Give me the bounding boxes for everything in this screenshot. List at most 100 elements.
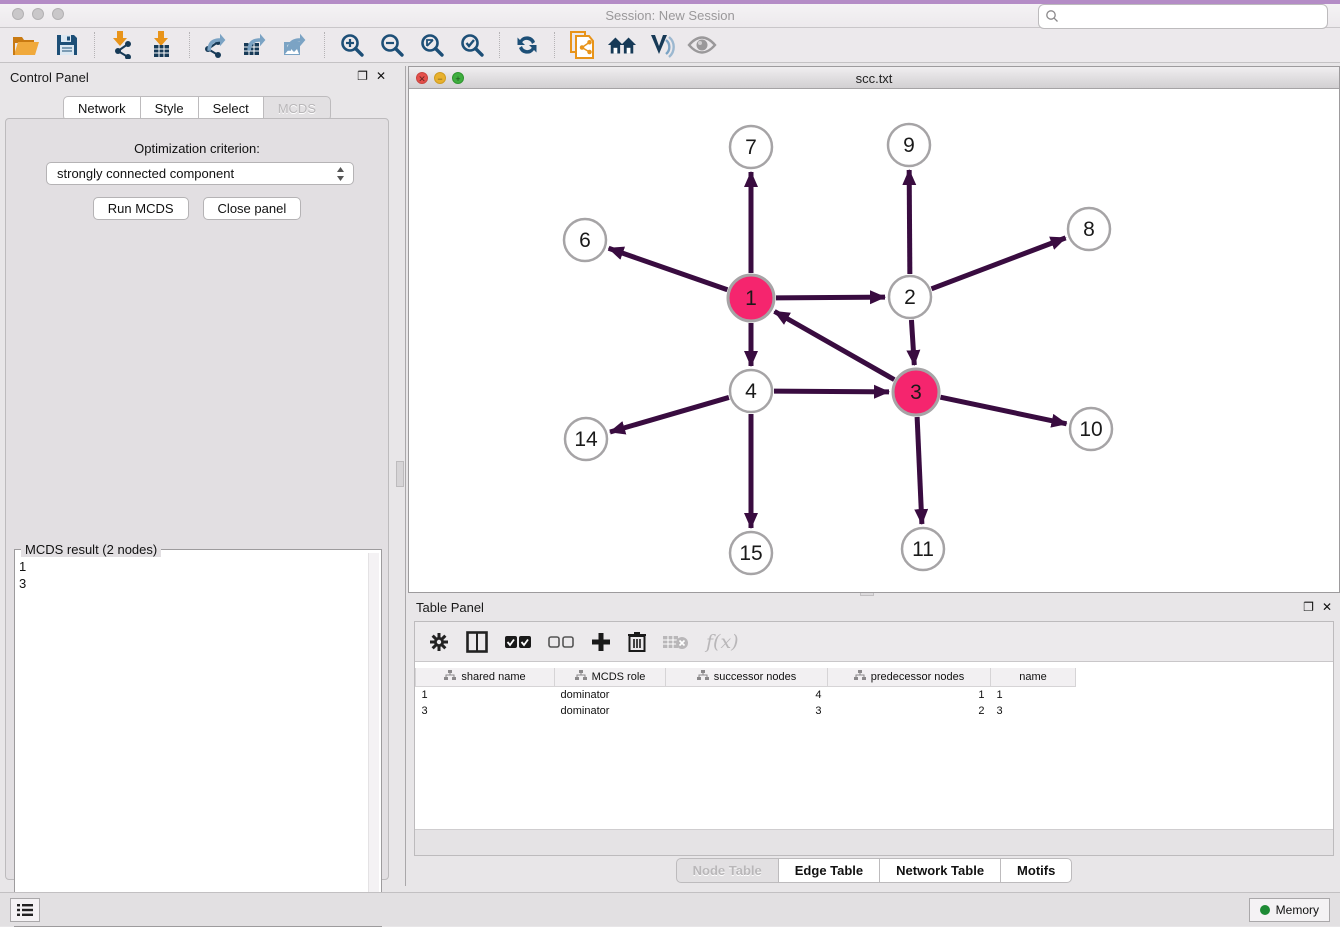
table-cell: dominator [555,687,666,703]
table-tabs: Node TableEdge TableNetwork TableMotifs [408,858,1340,883]
graph-node-9[interactable]: 9 [888,124,930,166]
status-bar: Memory [0,892,1340,926]
mcds-result-title: MCDS result (2 nodes) [21,542,161,557]
optimization-criterion-label: Optimization criterion: [6,141,388,156]
table-panel-float-icon[interactable]: ❐ [1303,600,1314,614]
search-input[interactable] [1038,4,1328,29]
task-history-button[interactable] [10,898,40,922]
import-table-icon[interactable] [147,31,177,59]
table-tab-network-table[interactable]: Network Table [879,858,1001,883]
export-table-icon[interactable] [242,31,272,59]
memory-button[interactable]: Memory [1249,898,1330,922]
svg-text:15: 15 [739,542,762,565]
mcds-result-scrollbar[interactable] [368,553,379,923]
table-row[interactable]: 1dominator411 [416,687,1076,703]
table-cell: 2 [828,703,991,719]
cybrowser-icon[interactable] [647,31,677,59]
zoom-fit-icon[interactable] [417,31,447,59]
svg-text:9: 9 [903,134,915,157]
save-session-icon[interactable] [52,31,82,59]
control-panel: Control Panel ❐ ✕ NetworkStyleSelectMCDS… [0,66,394,886]
show-hide-icon[interactable] [687,31,717,59]
hierarchy-icon [854,670,866,684]
edge-4-14[interactable] [610,397,729,432]
edge-2-9[interactable] [909,170,910,274]
function-builder-icon: f(x) [706,631,739,653]
svg-text:14: 14 [574,428,598,451]
column-header-shared-name[interactable]: shared name [416,668,555,687]
edge-1-6[interactable] [609,248,728,290]
refresh-icon[interactable] [512,31,542,59]
settings-icon[interactable] [429,632,449,652]
delete-table-icon [663,634,689,650]
table-panel: Table Panel ❐ ✕ f(x) shared nameMCDS rol… [408,597,1340,886]
edge-2-3[interactable] [911,320,914,365]
node-table: shared nameMCDS rolesuccessor nodesprede… [415,668,1333,719]
mcds-result-text[interactable]: 1 3 [19,558,26,592]
table-tab-motifs[interactable]: Motifs [1000,858,1072,883]
svg-text:4: 4 [745,380,757,403]
clear-selection-icon[interactable] [548,635,574,649]
graph-node-11[interactable]: 11 [902,528,944,570]
column-header-MCDS-role[interactable]: MCDS role [555,668,666,687]
open-session-icon[interactable] [12,31,42,59]
svg-text:2: 2 [904,286,916,309]
export-network-icon[interactable] [202,31,232,59]
network-window-titlebar[interactable]: ✕ − + scc.txt [409,67,1339,89]
graph-node-1[interactable]: 1 [728,275,774,321]
memory-label: Memory [1276,903,1319,917]
hierarchy-icon [575,670,587,684]
svg-text:11: 11 [912,538,934,561]
edge-3-11[interactable] [917,417,922,524]
edge-3-1[interactable] [774,311,894,379]
task-list-icon [17,903,33,917]
select-stepper-icon [336,167,345,184]
table-cell: 3 [416,703,555,719]
control-panel-float-icon[interactable]: ❐ [357,69,368,83]
close-panel-button[interactable]: Close panel [203,197,302,220]
edge-4-3[interactable] [774,391,889,392]
zoom-in-icon[interactable] [337,31,367,59]
zoom-out-icon[interactable] [377,31,407,59]
import-network-icon[interactable] [107,31,137,59]
vertical-splitter[interactable] [394,66,408,886]
clone-network-icon[interactable] [567,31,597,59]
column-header-predecessor-nodes[interactable]: predecessor nodes [828,668,991,687]
home-icon[interactable] [607,31,637,59]
memory-status-icon [1260,905,1270,915]
graph-node-3[interactable]: 3 [893,369,939,415]
graph-node-2[interactable]: 2 [889,276,931,318]
run-mcds-button[interactable]: Run MCDS [93,197,189,220]
edge-2-8[interactable] [932,238,1066,289]
edge-1-2[interactable] [776,297,885,298]
select-all-icon[interactable] [505,635,531,649]
split-panel-icon[interactable] [466,631,488,653]
network-view-window: ✕ − + scc.txt 7 9 6 8 1 2 4 3 14 10 15 11 [408,66,1340,593]
table-bottom-strip [415,829,1333,855]
control-panel-close-icon[interactable]: ✕ [376,69,386,83]
optimization-criterion-value: strongly connected component [57,166,234,181]
graph-node-15[interactable]: 15 [730,532,772,574]
delete-column-icon[interactable] [628,631,646,652]
column-header-name[interactable]: name [991,668,1076,687]
table-tab-node-table[interactable]: Node Table [676,858,779,883]
graph-node-14[interactable]: 14 [565,418,607,460]
network-canvas[interactable]: 7 9 6 8 1 2 4 3 14 10 15 11 [409,89,1339,592]
column-header-successor-nodes[interactable]: successor nodes [666,668,828,687]
edge-3-10[interactable] [940,397,1066,424]
graph-node-10[interactable]: 10 [1070,408,1112,450]
graph-node-6[interactable]: 6 [564,219,606,261]
zoom-selected-icon[interactable] [457,31,487,59]
svg-text:10: 10 [1079,418,1102,441]
search-icon [1045,9,1059,28]
table-panel-close-icon[interactable]: ✕ [1322,600,1332,614]
optimization-criterion-select[interactable]: strongly connected component [46,162,354,185]
graph-node-7[interactable]: 7 [730,126,772,168]
graph-node-4[interactable]: 4 [730,370,772,412]
table-tab-edge-table[interactable]: Edge Table [778,858,880,883]
hierarchy-icon [444,670,456,684]
graph-node-8[interactable]: 8 [1068,208,1110,250]
add-column-icon[interactable] [591,632,611,652]
table-row[interactable]: 3dominator323 [416,703,1076,719]
export-image-icon[interactable] [282,31,312,59]
